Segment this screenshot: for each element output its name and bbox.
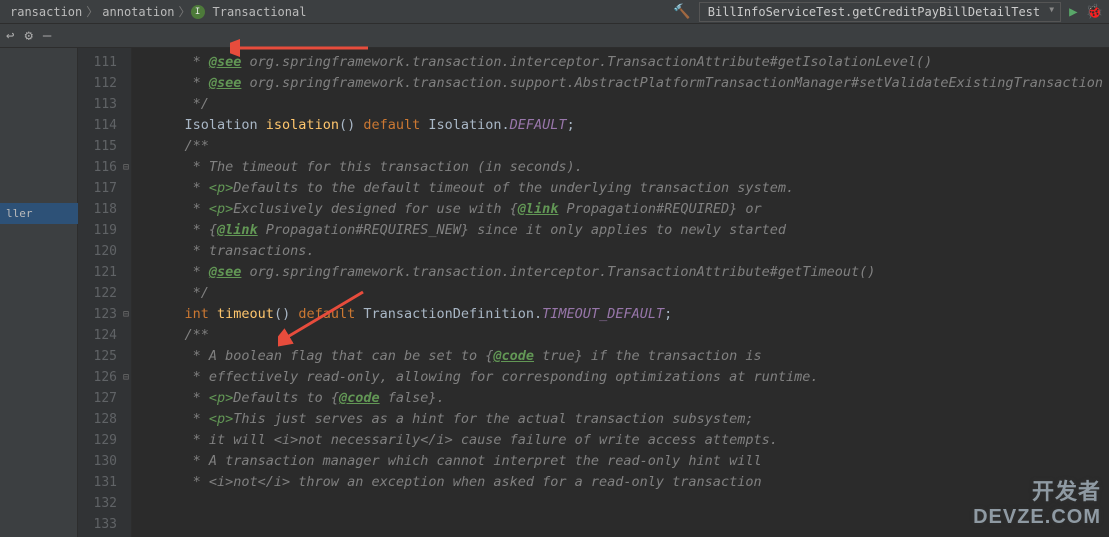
code-line: * A boolean flag that can be set to {@co…	[132, 346, 1109, 367]
line-number: 120	[78, 241, 131, 262]
line-number: 122	[78, 283, 131, 304]
breadcrumb-seg-2[interactable]: annotation	[98, 5, 178, 19]
code-line: */	[132, 283, 1109, 304]
code-line: * transactions.	[132, 241, 1109, 262]
collapse-icon[interactable]: —	[43, 28, 51, 44]
gutter: 111112113114115116⊟117118119120121122123…	[78, 48, 132, 537]
breadcrumb-bar: ransaction 〉 annotation 〉 I Transactiona…	[0, 0, 1109, 24]
line-number: 125	[78, 346, 131, 367]
code-line: int timeout() default TransactionDefinit…	[132, 304, 1109, 325]
line-number: 111	[78, 52, 131, 73]
line-number: 126⊟	[78, 367, 131, 388]
code-line: * it will <i>not necessarily</i> cause f…	[132, 430, 1109, 451]
interface-icon: I	[191, 5, 205, 19]
line-number: 130	[78, 451, 131, 472]
code-line: * @see org.springframework.transaction.i…	[132, 52, 1109, 73]
line-number: 123⊟	[78, 304, 131, 325]
line-number: 129	[78, 430, 131, 451]
back-icon[interactable]: ↩	[6, 28, 14, 44]
line-number: 113	[78, 94, 131, 115]
debug-icon[interactable]: 🐞	[1086, 4, 1103, 20]
code-line: Isolation isolation() default Isolation.…	[132, 115, 1109, 136]
settings-icon[interactable]: ⚙	[24, 28, 32, 44]
code-line: * <p>This just serves as a hint for the …	[132, 409, 1109, 430]
breadcrumb-seg-1[interactable]: ransaction	[6, 5, 86, 19]
line-number: 133	[78, 514, 131, 535]
code-line: * <i>not</i> throw an exception when ask…	[132, 472, 1109, 493]
line-number: 132	[78, 493, 131, 514]
run-config-dropdown[interactable]: BillInfoServiceTest.getCreditPayBillDeta…	[699, 2, 1061, 22]
breadcrumb-sep: 〉	[86, 3, 98, 20]
code-line: /**	[132, 136, 1109, 157]
code-line: * <p>Defaults to the default timeout of …	[132, 178, 1109, 199]
build-icon[interactable]: 🔨	[673, 4, 690, 20]
code-line: * <p>Defaults to {@code false}.	[132, 388, 1109, 409]
line-number: 112	[78, 73, 131, 94]
code-line: * @see org.springframework.transaction.s…	[132, 73, 1109, 94]
code-line: * {@link Propagation#REQUIRES_NEW} since…	[132, 220, 1109, 241]
code-editor[interactable]: * @see org.springframework.transaction.i…	[132, 48, 1109, 537]
code-line: * A transaction manager which cannot int…	[132, 451, 1109, 472]
breadcrumb-seg-3[interactable]: Transactional	[209, 5, 311, 19]
line-number: 119	[78, 220, 131, 241]
sidebar-item[interactable]: ller	[0, 203, 78, 224]
code-line: * @see org.springframework.transaction.i…	[132, 262, 1109, 283]
code-line: * The timeout for this transaction (in s…	[132, 157, 1109, 178]
breadcrumb-sep: 〉	[179, 3, 191, 20]
run-icon[interactable]: ▶	[1069, 4, 1077, 20]
line-number: 117	[78, 178, 131, 199]
line-number: 124	[78, 325, 131, 346]
line-number: 121	[78, 262, 131, 283]
toolbar-right: 🔨 BillInfoServiceTest.getCreditPayBillDe…	[673, 2, 1103, 22]
line-number: 131	[78, 472, 131, 493]
code-line: * <p>Exclusively designed for use with {…	[132, 199, 1109, 220]
line-number: 115	[78, 136, 131, 157]
line-number: 114	[78, 115, 131, 136]
editor-toolbar: ↩ ⚙ — I Transactional.java ×	[0, 24, 1109, 48]
line-number: 128	[78, 409, 131, 430]
line-number: 118	[78, 199, 131, 220]
code-line: /**	[132, 325, 1109, 346]
watermark: 开发者 DEVZE.COM	[973, 474, 1101, 529]
editor-main: ller 111112113114115116⊟1171181191201211…	[0, 48, 1109, 537]
code-line: */	[132, 94, 1109, 115]
line-number: 116⊟	[78, 157, 131, 178]
project-sidebar[interactable]: ller	[0, 48, 78, 537]
line-number: 127	[78, 388, 131, 409]
code-line: * effectively read-only, allowing for co…	[132, 367, 1109, 388]
